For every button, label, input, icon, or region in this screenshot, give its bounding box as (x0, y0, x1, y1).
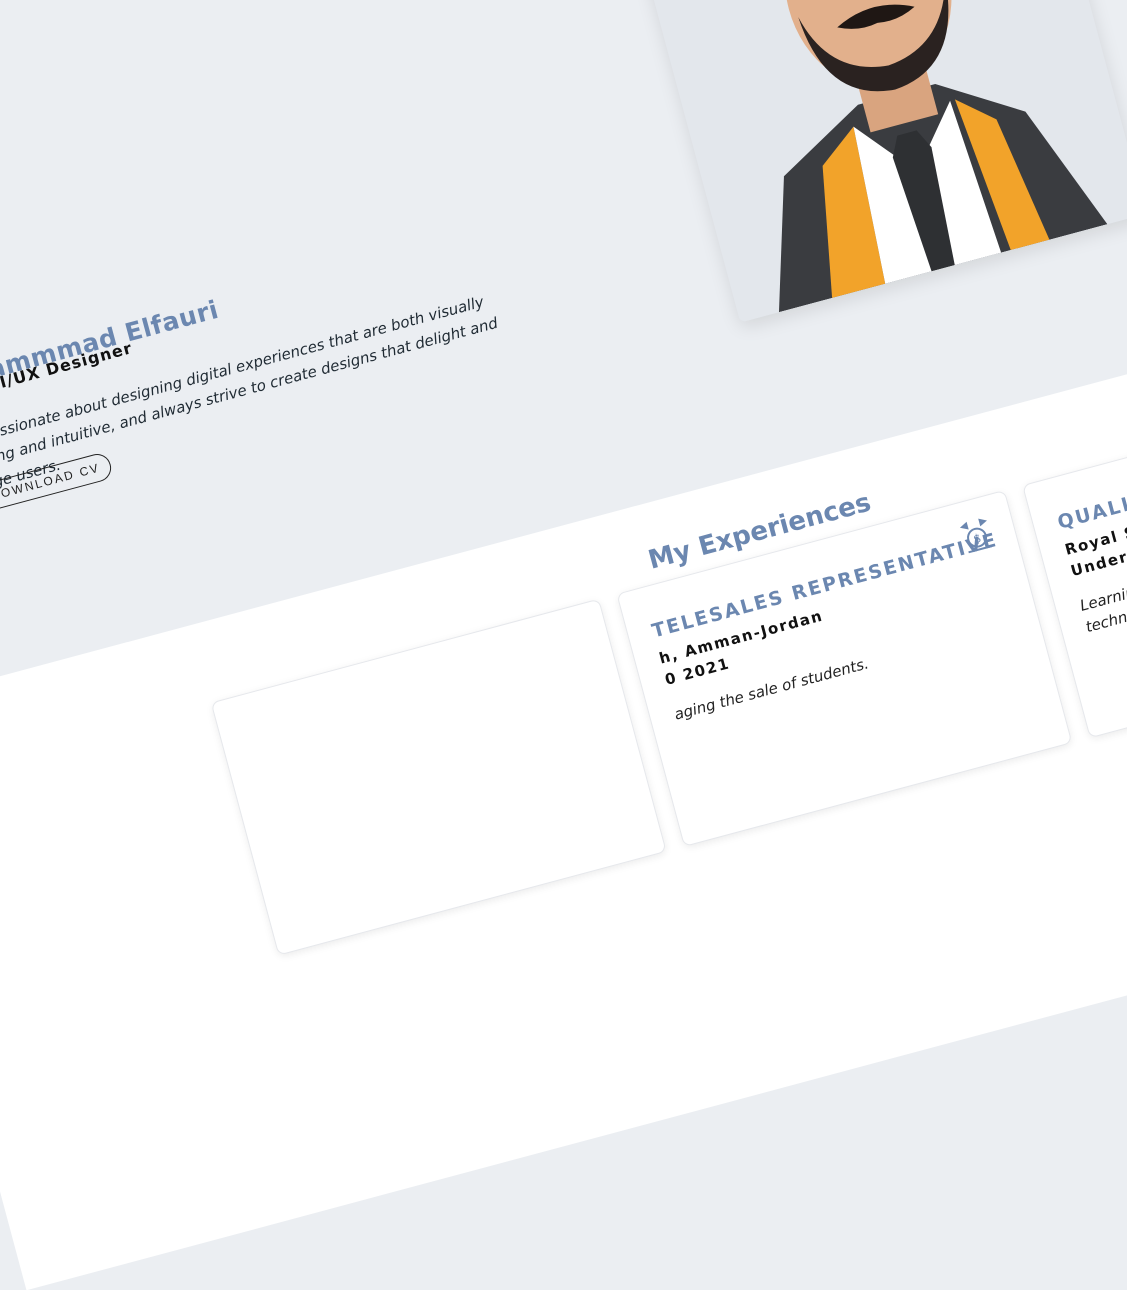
profile-photo (629, 0, 1127, 323)
portrait-image (629, 0, 1127, 323)
experience-title: QUALITY AS (1055, 475, 1127, 534)
page: Mohammmad Elfauri I'm a UI/UX Designer I… (0, 0, 1127, 1290)
